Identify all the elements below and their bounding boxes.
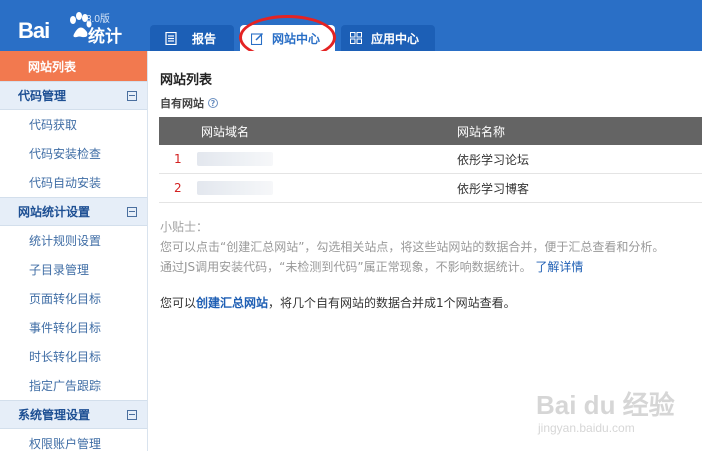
- watermark-url: jingyan.baidu.com: [538, 421, 635, 435]
- site-name: 依彤学习论坛: [457, 152, 530, 167]
- sidebar-group-system-settings[interactable]: 系统管理设置: [0, 400, 147, 429]
- tips-line-2: 通过JS调用安装代码，“未检测到代码”属正常现象，不影响数据统计。 了解详情: [160, 258, 583, 275]
- row-index: 2: [174, 181, 182, 195]
- tab-app-center-label: 应用中心: [371, 31, 420, 46]
- sidebar-item-get-code[interactable]: 代码获取: [0, 110, 147, 139]
- section-subtitle: 自有网站 ?: [160, 95, 218, 111]
- baidu-tongji-logo[interactable]: Bai 3.0版 统计: [18, 10, 138, 47]
- tab-app-center[interactable]: 应用中心: [341, 25, 435, 51]
- site-name: 依彤学习博客: [457, 181, 530, 196]
- sidebar-group-label: 代码管理: [18, 89, 67, 103]
- sidebar-group-site-settings[interactable]: 网站统计设置: [0, 197, 147, 226]
- grid-icon: [349, 31, 363, 45]
- create-summary-site-link[interactable]: 创建汇总网站: [196, 296, 268, 310]
- logo-tongji-text: 统计: [88, 27, 122, 47]
- create-summary-hint: 您可以创建汇总网站，将几个自有网站的数据合并成1个网站查看。: [160, 294, 516, 311]
- learn-more-link[interactable]: 了解详情: [535, 260, 583, 274]
- column-header-name: 网站名称: [457, 124, 506, 139]
- blurred-domain[interactable]: [197, 181, 273, 195]
- tips-title: 小贴士：: [160, 220, 209, 234]
- top-header: Bai 3.0版 统计 报告 网站中心 应用中心: [0, 0, 702, 51]
- create-prefix: 您可以: [160, 296, 197, 310]
- sidebar-item-auto-install[interactable]: 代码自动安装: [0, 168, 147, 197]
- create-suffix: ，将几个自有网站的数据合并成1个网站查看。: [268, 296, 516, 310]
- collapse-icon[interactable]: [127, 90, 137, 101]
- report-icon: [164, 31, 178, 45]
- watermark-logo-text: Bai du 经验: [536, 390, 675, 420]
- sidebar-item-site-list[interactable]: 网站列表: [0, 51, 147, 81]
- site-table: 网站域名 网站名称 1 依彤学习论坛 2 依彤学习博客: [159, 117, 702, 203]
- help-icon[interactable]: ?: [208, 98, 218, 108]
- column-header-domain: 网站域名: [201, 124, 250, 139]
- sidebar-item-duration-goal[interactable]: 时长转化目标: [0, 342, 147, 371]
- tips-line-2-text: 通过JS调用安装代码，“未检测到代码”属正常现象，不影响数据统计。: [160, 260, 532, 274]
- sidebar-group-code-management[interactable]: 代码管理: [0, 81, 147, 110]
- sidebar-item-ad-tracking[interactable]: 指定广告跟踪: [0, 371, 147, 400]
- tips-line-1: 您可以点击“创建汇总网站”，勾选相关站点，将这些站网站的数据合并，便于汇总查看和…: [160, 240, 665, 254]
- logo-bai-text: Bai: [18, 18, 50, 43]
- tab-report-label: 报告: [192, 31, 217, 46]
- sidebar-item-event-goal[interactable]: 事件转化目标: [0, 313, 147, 342]
- page-title: 网站列表: [160, 73, 213, 88]
- row-index: 1: [174, 152, 182, 166]
- sidebar-item-page-goal[interactable]: 页面转化目标: [0, 284, 147, 313]
- blurred-domain[interactable]: [197, 152, 273, 166]
- watermark: Bai du 经验 jingyan.baidu.com: [536, 375, 696, 445]
- sidebar: 网站列表 代码管理 代码获取 代码安装检查 代码自动安装 网站统计设置 统计规则…: [0, 51, 148, 451]
- tab-report[interactable]: 报告: [150, 25, 234, 51]
- table-header: 网站域名 网站名称: [159, 117, 702, 145]
- sidebar-item-subdirectory[interactable]: 子目录管理: [0, 255, 147, 284]
- table-row[interactable]: 2 依彤学习博客: [159, 174, 702, 203]
- sidebar-item-code-check[interactable]: 代码安装检查: [0, 139, 147, 168]
- subtitle-label: 自有网站: [160, 97, 204, 110]
- sidebar-item-stat-rules[interactable]: 统计规则设置: [0, 226, 147, 255]
- table-row[interactable]: 1 依彤学习论坛: [159, 145, 702, 174]
- sidebar-group-label: 网站统计设置: [18, 205, 91, 219]
- sidebar-item-account-permissions[interactable]: 权限账户管理: [0, 429, 147, 451]
- sidebar-group-label: 系统管理设置: [18, 408, 91, 422]
- collapse-icon[interactable]: [127, 206, 137, 217]
- collapse-icon[interactable]: [127, 409, 137, 420]
